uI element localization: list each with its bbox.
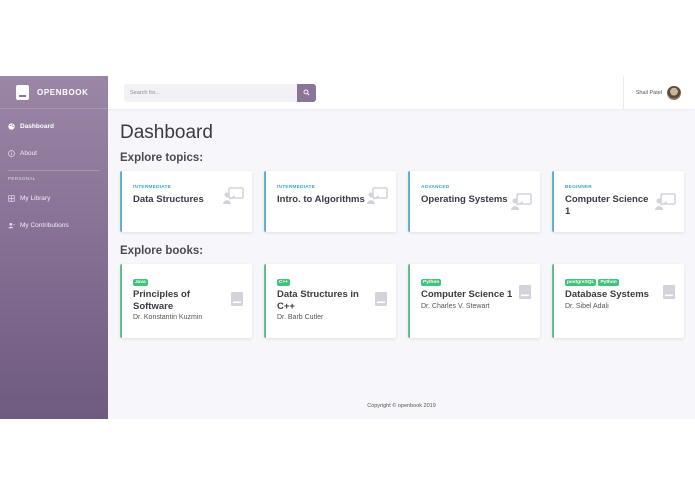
book-icon: [231, 292, 243, 306]
books-grid: Java Principles of Software Dr. Konstant…: [120, 264, 695, 338]
book-author: Dr. Konstantin Kuzmin: [133, 314, 203, 321]
topic-level: ADVANCED: [421, 185, 450, 190]
book-author: Dr. Sibel Adalı: [565, 302, 609, 310]
presentation-icon: [223, 187, 244, 204]
avatar: [667, 85, 681, 100]
dashboard-content: Dashboard Explore topics: INTERMEDIATE D…: [108, 109, 695, 338]
sidebar-item-label: My Library: [20, 195, 51, 202]
book-icon: [375, 292, 387, 306]
book-author: Dr. Barb Cutler: [277, 314, 324, 321]
sidebar-item-my-contributions[interactable]: My Contributions: [0, 212, 108, 239]
books-heading: Explore books:: [120, 245, 204, 257]
user-name: Shail Patel: [635, 89, 662, 96]
search-button[interactable]: [297, 83, 316, 102]
topic-title: Computer Science 1: [565, 194, 649, 217]
presentation-icon: [511, 193, 532, 210]
topic-card-operating-systems[interactable]: ADVANCED Operating Systems: [408, 171, 540, 232]
footer: Copyright © openbook 2019: [367, 403, 436, 409]
book-title: Computer Science 1: [421, 289, 513, 300]
sidebar-item-my-library[interactable]: My Library: [0, 185, 108, 212]
search-icon: [303, 89, 310, 96]
topic-card-intro-to-algorithms[interactable]: INTERMEDIATE Intro. to Algorithms: [264, 171, 396, 232]
book-logo-icon: [16, 84, 29, 100]
book-tags: Java: [133, 279, 252, 287]
book-card-computer-science-1[interactable]: Python Computer Science 1 Dr. Charles V.…: [408, 264, 540, 338]
search-input[interactable]: [124, 83, 297, 102]
topic-title: Operating Systems: [421, 194, 508, 205]
tag-badge: Java: [133, 279, 148, 286]
book-tags: C++: [277, 279, 396, 287]
user-menu[interactable]: Shail Patel: [622, 76, 681, 109]
topics-heading: Explore topics:: [120, 152, 204, 164]
topic-title: Intro. to Algorithms: [277, 194, 365, 205]
sidebar-item-label: My Contributions: [20, 222, 69, 229]
presentation-icon: [367, 187, 388, 204]
main-area: Shail Patel Dashboard Explore topics: IN…: [108, 76, 695, 419]
sidebar-item-label: About: [20, 150, 37, 157]
topic-level: BEGINNER: [565, 185, 592, 190]
topics-grid: INTERMEDIATE Data Structures INTERMEDIAT…: [120, 171, 695, 232]
sidebar-heading-personal: PERSONAL: [8, 176, 36, 181]
book-card-data-structures-cpp[interactable]: C++ Data Structures in C++ Dr. Barb Cutl…: [264, 264, 396, 338]
sidebar-item-about[interactable]: About: [0, 140, 108, 167]
brand[interactable]: OPENBOOK: [0, 76, 108, 109]
book-icon: [519, 285, 531, 299]
tag-badge: Python: [421, 279, 442, 286]
topbar: Shail Patel: [108, 76, 695, 109]
tag-badge: C++: [277, 279, 291, 286]
book-author: Dr. Charles V. Stewart: [421, 302, 490, 310]
book-card-database-systems[interactable]: postgreSQL Python Database Systems Dr. S…: [552, 264, 684, 338]
page-title: Dashboard: [120, 122, 213, 143]
presentation-icon: [655, 193, 676, 210]
user-icon: [8, 222, 15, 229]
book-icon: [663, 285, 675, 299]
book-card-principles-of-software[interactable]: Java Principles of Software Dr. Konstant…: [120, 264, 252, 338]
palette-icon: [8, 123, 15, 130]
brand-name: OPENBOOK: [37, 87, 89, 97]
topic-card-computer-science-1[interactable]: BEGINNER Computer Science 1: [552, 171, 684, 232]
tag-badge: Python: [598, 279, 619, 286]
topic-card-data-structures[interactable]: INTERMEDIATE Data Structures: [120, 171, 252, 232]
book-title: Principles of Software: [133, 289, 191, 312]
book-title: Data Structures in C++: [277, 289, 359, 312]
sidebar-item-label: Dashboard: [20, 123, 54, 130]
book-title: Database Systems: [565, 289, 649, 300]
tag-badge: postgreSQL: [565, 279, 597, 286]
sidebar-divider: [8, 170, 100, 171]
app-window: OPENBOOK Dashboard About PERSONAL My Lib…: [0, 76, 695, 419]
info-icon: [8, 150, 15, 157]
topic-title: Data Structures: [133, 194, 204, 205]
grid-icon: [8, 195, 15, 202]
sidebar: OPENBOOK Dashboard About PERSONAL My Lib…: [0, 76, 108, 419]
search-bar: [124, 83, 316, 102]
sidebar-item-dashboard[interactable]: Dashboard: [0, 113, 108, 140]
